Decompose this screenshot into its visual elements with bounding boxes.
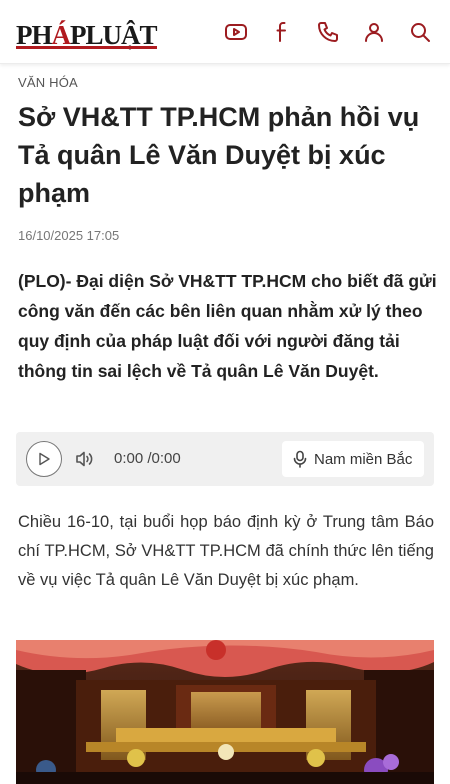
article-title: Sở VH&TT TP.HCM phản hồi vụ Tả quân Lê V…: [18, 102, 420, 208]
microphone-icon: [293, 450, 307, 468]
article-photo: [16, 640, 434, 784]
voice-select-label: Nam miền Bắc: [314, 450, 413, 468]
article-timestamp: 16/10/2025 17:05: [18, 228, 120, 243]
temple-altar-photo: [16, 640, 434, 784]
volume-icon[interactable]: [74, 448, 96, 470]
search-icon[interactable]: [408, 20, 432, 44]
voice-select[interactable]: Nam miền Bắc: [282, 441, 424, 477]
user-icon[interactable]: [362, 20, 386, 44]
article-body-paragraph: Chiều 16-10, tại buổi họp báo định kỳ ở …: [18, 513, 434, 589]
audio-time: 0:00 /0:00: [114, 450, 181, 467]
play-button[interactable]: [26, 441, 62, 477]
site-header: PHÁPLUẬT: [0, 0, 450, 64]
article-sapo: (PLO)- Đại diện Sở VH&TT TP.HCM cho biết…: [18, 271, 437, 381]
article-category[interactable]: VĂN HÓA: [18, 75, 78, 90]
site-logo[interactable]: PHÁPLUẬT: [16, 18, 158, 50]
youtube-icon[interactable]: [224, 20, 248, 44]
phone-icon[interactable]: [316, 20, 340, 44]
facebook-icon[interactable]: [270, 20, 294, 44]
logo-wordmark: PHÁPLUẬT: [16, 20, 158, 50]
play-icon: [39, 452, 50, 466]
audio-player: 0:00 /0:00 Nam miền Bắc: [16, 432, 434, 486]
